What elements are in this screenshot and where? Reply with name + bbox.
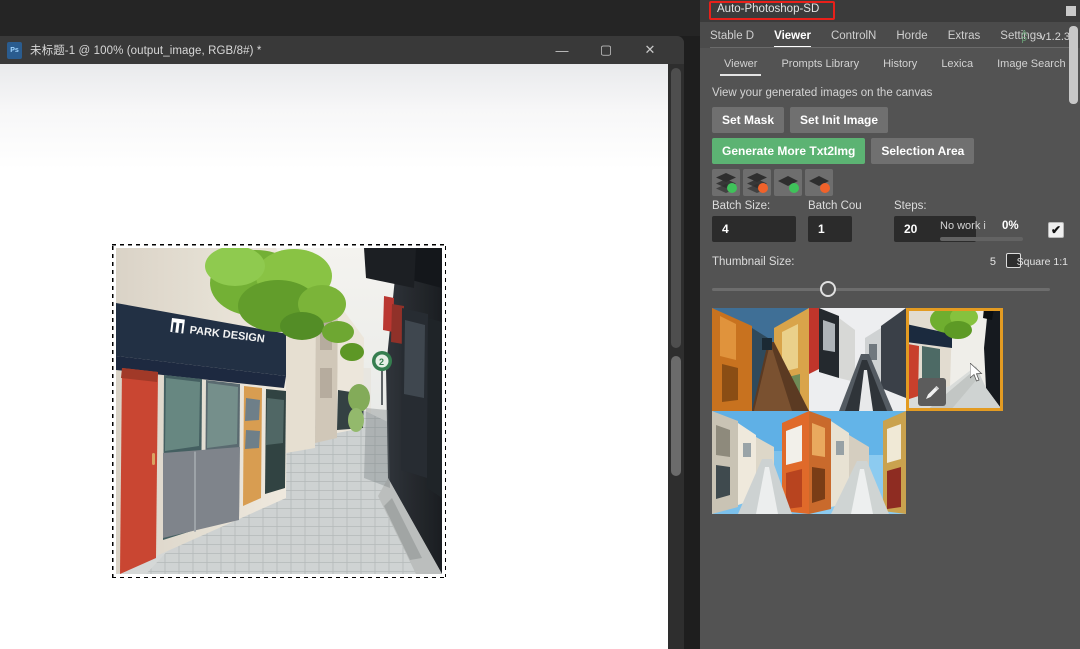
thumbnail-size-value: 5 (989, 256, 996, 268)
thumbnail-5-image (809, 411, 906, 514)
auto-update-checkbox[interactable]: ✔ (1048, 222, 1064, 238)
main-tab-bar: Stable D Viewer ControlN Horde Extras Se… (700, 22, 1080, 48)
thumbnail-size-slider[interactable] (712, 278, 1068, 300)
thumbnail-4-image (712, 411, 809, 514)
canvas-vertical-scrollbar[interactable] (668, 64, 684, 649)
subtab-prompts-library[interactable]: Prompts Library (781, 58, 859, 76)
progress-percent: 0% (1002, 220, 1019, 232)
set-init-image-button[interactable]: Set Init Image (790, 107, 889, 133)
subtab-viewer[interactable]: Viewer (719, 58, 762, 76)
status-dot-green (727, 183, 737, 193)
thumbnail-4[interactable] (712, 411, 809, 514)
generation-parameters-row: Batch Size: Batch Cou Steps: No work i 0… (712, 200, 1068, 242)
tab-controlnet[interactable]: ControlN (831, 30, 876, 48)
panel-title-highlight-box (709, 1, 835, 20)
batch-count-field-group: Batch Cou (808, 200, 882, 242)
photoshop-canvas-area[interactable]: PARK DESIGN 2 (0, 64, 684, 649)
steps-label: Steps: (894, 200, 927, 212)
thumbnail-2[interactable] (809, 308, 906, 411)
status-message: No work i (940, 220, 986, 232)
panel-vertical-scrollbar[interactable] (1069, 26, 1078, 104)
generate-button-row: Generate More Txt2Img Selection Area (712, 138, 1068, 164)
batch-count-label: Batch Cou (808, 200, 862, 212)
batch-size-label: Batch Size: (712, 200, 771, 212)
minimize-button[interactable]: — (540, 36, 584, 64)
sub-tab-bar: Viewer Prompts Library History Lexica Im… (700, 48, 1080, 76)
generated-image-on-canvas: PARK DESIGN 2 (116, 248, 442, 574)
batch-size-field-group: Batch Size: (712, 200, 796, 242)
thumbnail-2-image (809, 308, 906, 411)
progress-bar (940, 237, 1023, 241)
square-ratio-label: Square 1:1 (1016, 256, 1068, 268)
street-scene-artwork: PARK DESIGN 2 (116, 248, 442, 574)
photoshop-application: 未标题-1 @ 100% (output_image, RGB/8#) * — … (0, 0, 700, 649)
thumbnail-5[interactable] (809, 411, 906, 514)
subtab-lexica[interactable]: Lexica (941, 58, 973, 76)
layer-single-warning-icon[interactable] (805, 169, 833, 196)
thumbnail-1[interactable] (712, 308, 809, 411)
panel-body: View your generated images on the canvas… (700, 76, 1080, 514)
tab-extras[interactable]: Extras (948, 30, 981, 48)
generated-images-gallery (712, 308, 1024, 514)
maximize-button[interactable]: ▢ (584, 36, 628, 64)
thumbnail-size-row: Thumbnail Size: 5 Square 1:1 (712, 252, 1068, 272)
layer-mode-icon-row (712, 169, 1068, 196)
mouse-cursor-icon (969, 362, 983, 387)
photoshop-document-icon (7, 41, 22, 59)
auto-photoshop-sd-panel: Auto-Photoshop-SD Stable D Viewer Contro… (700, 0, 1080, 649)
thumbnail-size-label: Thumbnail Size: (712, 256, 795, 268)
canvas-selection-marquee: PARK DESIGN 2 (112, 244, 446, 578)
ap-logo-bottom: P (1021, 36, 1027, 45)
scrollbar-thumb-upper[interactable] (671, 68, 681, 348)
generate-more-txt2img-button[interactable]: Generate More Txt2Img (712, 138, 866, 164)
viewer-hint-text: View your generated images on the canvas (712, 87, 933, 99)
gallery-row-2 (712, 411, 1024, 514)
document-title: 未标题-1 @ 100% (output_image, RGB/8#) * (30, 45, 262, 57)
panel-menu-icon[interactable] (1066, 6, 1076, 16)
photoshop-top-strip (0, 0, 700, 36)
status-dot-orange (820, 183, 830, 193)
tab-viewer[interactable]: Viewer (774, 30, 811, 48)
batch-count-input[interactable] (808, 216, 852, 242)
subtab-history[interactable]: History (883, 58, 917, 76)
layer-single-active-icon[interactable] (774, 169, 802, 196)
window-controls: — ▢ ✕ (540, 36, 672, 64)
screen-root: 未标题-1 @ 100% (output_image, RGB/8#) * — … (0, 0, 1080, 649)
slider-knob[interactable] (820, 281, 836, 297)
layers-stack-warning-icon[interactable] (743, 169, 771, 196)
subtab-image-search[interactable]: Image Search (997, 58, 1065, 76)
photoshop-document-window: 未标题-1 @ 100% (output_image, RGB/8#) * — … (0, 36, 684, 649)
slider-track (712, 288, 1050, 291)
close-button[interactable]: ✕ (628, 36, 672, 64)
set-mask-button[interactable]: Set Mask (712, 107, 785, 133)
tab-stable-diffusion[interactable]: Stable D (710, 30, 754, 48)
layers-stack-active-icon[interactable] (712, 169, 740, 196)
photoshop-document-titlebar: 未标题-1 @ 100% (output_image, RGB/8#) * — … (0, 36, 684, 64)
tab-horde[interactable]: Horde (896, 30, 927, 48)
thumbnail-1-image (712, 308, 809, 411)
status-dot-green (789, 183, 799, 193)
gallery-row-1 (712, 308, 1024, 411)
mask-button-row: Set Mask Set Init Image (712, 107, 1068, 133)
pencil-edit-icon[interactable] (918, 378, 946, 406)
panel-header: Auto-Photoshop-SD (700, 0, 1080, 22)
status-dot-orange (758, 183, 768, 193)
version-label: v1.2.3 (1040, 31, 1070, 43)
selection-area-button[interactable]: Selection Area (871, 138, 975, 164)
batch-size-input[interactable] (712, 216, 796, 242)
ap-logo-icon: A P (1021, 30, 1027, 45)
scrollbar-thumb-lower[interactable] (671, 356, 681, 476)
progress-status-group: No work i 0% ✔ (940, 220, 1068, 241)
